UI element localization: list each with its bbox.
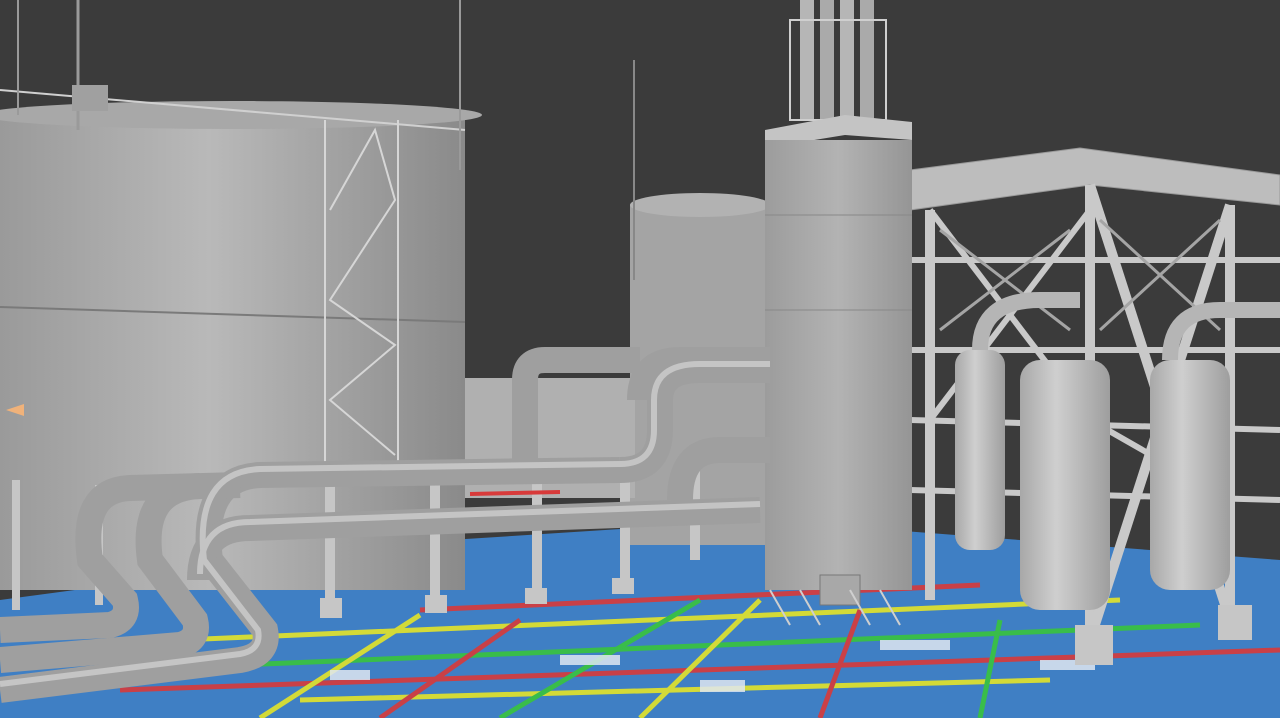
red-conduit (469, 490, 561, 496)
3d-viewport[interactable] (0, 0, 1280, 718)
